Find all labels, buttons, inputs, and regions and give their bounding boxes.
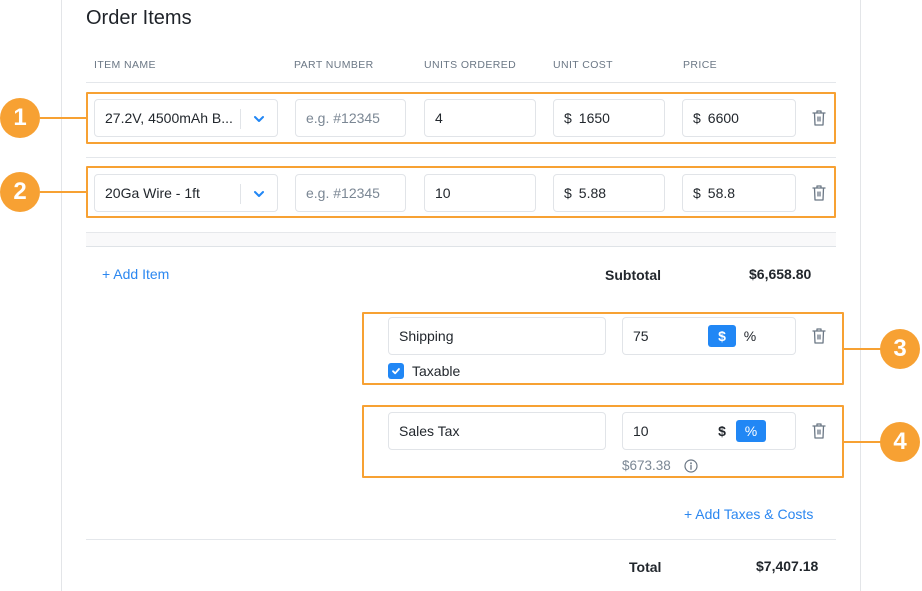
dollar-mode-toggle[interactable]: $ [708, 325, 736, 347]
column-header-part-number: PART NUMBER [294, 59, 374, 71]
cost-name-value: Sales Tax [399, 423, 460, 439]
total-divider [86, 539, 836, 540]
units-ordered-input[interactable]: 4 [424, 99, 536, 137]
currency-symbol: $ [564, 185, 572, 201]
taxable-label: Taxable [412, 363, 461, 379]
cost-amount-value: 75 [633, 328, 649, 344]
callout-badge-3: 3 [880, 329, 920, 369]
units-value: 10 [435, 185, 451, 201]
computed-tax-amount: $673.38 [622, 458, 671, 473]
total-label: Total [629, 559, 662, 575]
column-header-item-name: ITEM NAME [94, 59, 156, 71]
price-value: 58.8 [707, 185, 736, 201]
add-item-link[interactable]: + Add Item [102, 266, 169, 282]
part-number-placeholder: e.g. #12345 [306, 110, 380, 126]
item-name-value: 27.2V, 4500mAh B... [105, 110, 233, 126]
currency-symbol: $ [693, 185, 701, 201]
part-number-placeholder: e.g. #12345 [306, 185, 380, 201]
subtotal-label: Subtotal [605, 267, 661, 283]
callout-leader-2 [40, 191, 86, 193]
price-value: 6600 [707, 110, 739, 126]
price-input[interactable]: $ 6600 [682, 99, 796, 137]
dollar-mode-toggle[interactable]: $ [711, 420, 733, 442]
chevron-down-icon[interactable] [252, 112, 266, 126]
subtotal-value: $6,658.80 [749, 266, 812, 282]
column-header-price: PRICE [683, 59, 718, 71]
cost-amount-value: 10 [633, 423, 649, 439]
callout-leader-3 [844, 348, 882, 350]
add-taxes-costs-link[interactable]: + Add Taxes & Costs [684, 506, 813, 522]
order-items-panel [61, 0, 861, 591]
currency-symbol: $ [693, 110, 701, 126]
column-header-units-ordered: UNITS ORDERED [424, 59, 517, 71]
callout-badge-2: 2 [0, 172, 40, 212]
percent-mode-toggle[interactable]: % [738, 325, 762, 347]
part-number-input[interactable]: e.g. #12345 [295, 174, 406, 212]
header-divider [86, 82, 836, 83]
callout-badge-4: 4 [880, 422, 920, 462]
part-number-input[interactable]: e.g. #12345 [295, 99, 406, 137]
unit-cost-value: 5.88 [578, 185, 607, 201]
item-name-select[interactable]: 20Ga Wire - 1ft [94, 174, 278, 212]
cost-name-value: Shipping [399, 328, 454, 344]
table-footer-band [86, 232, 836, 247]
trash-icon[interactable] [811, 109, 827, 127]
checkmark-icon [392, 368, 400, 375]
trash-icon[interactable] [811, 184, 827, 202]
currency-symbol: $ [564, 110, 572, 126]
unit-cost-value: 1650 [578, 110, 610, 126]
trash-icon[interactable] [811, 422, 827, 440]
percent-mode-toggle[interactable]: % [736, 420, 766, 442]
select-divider [240, 184, 241, 204]
callout-badge-1: 1 [0, 98, 40, 138]
section-title: Order Items [86, 7, 192, 29]
units-ordered-input[interactable]: 10 [424, 174, 536, 212]
row-divider [86, 157, 836, 158]
unit-cost-input[interactable]: $ 5.88 [553, 174, 665, 212]
total-value: $7,407.18 [756, 558, 819, 574]
column-header-unit-cost: UNIT COST [553, 59, 613, 71]
cost-amount-input[interactable]: 10 [622, 412, 796, 450]
taxable-checkbox[interactable] [388, 363, 404, 379]
cost-name-input[interactable]: Shipping [388, 317, 606, 355]
item-name-select[interactable]: 27.2V, 4500mAh B... [94, 99, 278, 137]
price-input[interactable]: $ 58.8 [682, 174, 796, 212]
info-icon[interactable] [684, 459, 698, 473]
unit-cost-input[interactable]: $ 1650 [553, 99, 665, 137]
select-divider [240, 109, 241, 129]
cost-name-input[interactable]: Sales Tax [388, 412, 606, 450]
units-value: 4 [435, 110, 443, 126]
callout-leader-1 [40, 117, 86, 119]
callout-leader-4 [844, 441, 882, 443]
item-name-value: 20Ga Wire - 1ft [105, 185, 200, 201]
chevron-down-icon[interactable] [252, 187, 266, 201]
trash-icon[interactable] [811, 327, 827, 345]
